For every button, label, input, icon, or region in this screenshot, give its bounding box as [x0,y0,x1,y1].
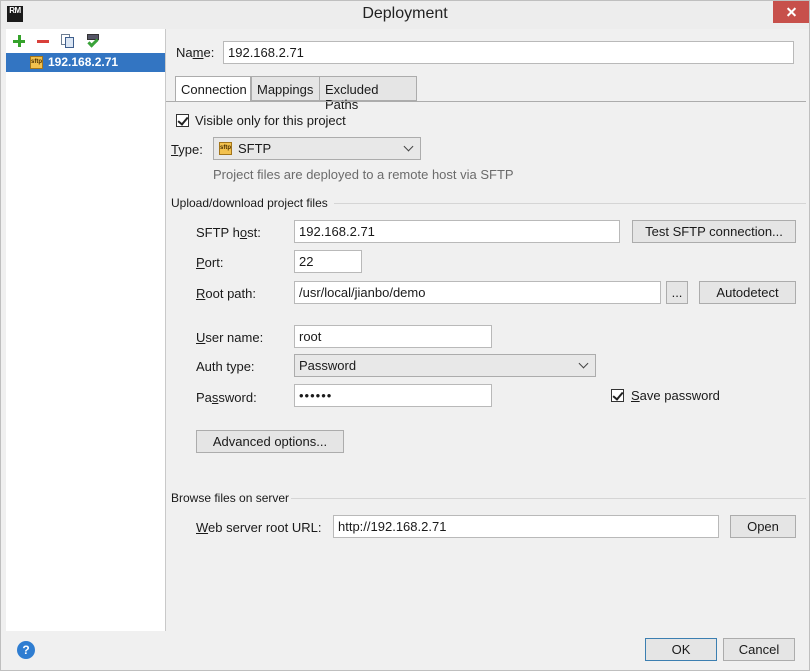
use-as-default-icon[interactable] [85,33,101,49]
browse-section-separator [291,498,806,499]
sftp-host-label: SFTP host: [196,225,261,240]
root-path-field[interactable]: /usr/local/jianbo/demo [294,281,661,304]
type-label: Type: [171,142,203,157]
type-select[interactable]: sftp SFTP [213,137,421,160]
plus-icon[interactable] [11,33,27,49]
sftp-host-field[interactable]: 192.168.2.71 [294,220,620,243]
tab-connection[interactable]: Connection [175,76,251,102]
tab-underline [166,101,806,102]
minus-icon[interactable] [35,33,51,49]
password-field[interactable]: •••••• [294,384,492,407]
user-name-field[interactable]: root [294,325,492,348]
title-bar: RM Deployment [1,1,809,29]
type-value: SFTP [238,141,272,156]
port-label: Port: [196,255,224,270]
deployment-dialog: RM Deployment sftp 192.168.2.71 Name: 19… [0,0,810,671]
server-toolbar [6,29,166,53]
password-label: Password: [196,390,257,405]
port-field[interactable]: 22 [294,250,362,273]
chevron-down-icon [578,358,589,369]
type-hint: Project files are deployed to a remote h… [213,167,514,182]
window-title: Deployment [362,5,448,22]
test-sftp-connection-button[interactable]: Test SFTP connection... [632,220,796,243]
cancel-button[interactable]: Cancel [723,638,795,661]
user-name-label: User name: [196,330,264,345]
upload-section-title: Upload/download project files [171,196,328,210]
sftp-icon: sftp [30,56,43,69]
tab-excluded-paths[interactable]: Excluded Paths [319,76,417,112]
visible-only-checkbox[interactable] [176,114,189,127]
visible-only-label: Visible only for this project [195,113,346,128]
close-button[interactable] [773,1,809,23]
auth-type-label: Auth type: [196,359,255,374]
auth-type-select[interactable]: Password [294,354,596,377]
server-list-item[interactable]: sftp 192.168.2.71 [6,53,165,72]
advanced-options-button[interactable]: Advanced options... [196,430,344,453]
browse-section-title: Browse files on server [171,491,290,505]
name-label: Name: [176,45,215,60]
save-password-label: Save password [631,388,720,403]
auth-type-value: Password [299,358,357,373]
ok-button[interactable]: OK [645,638,717,661]
tab-mappings[interactable]: Mappings [251,76,320,101]
web-root-url-field[interactable]: http://192.168.2.71 [333,515,719,538]
root-path-label: Root path: [196,286,256,301]
sftp-icon: sftp [219,142,232,155]
open-button[interactable]: Open [730,515,796,538]
help-icon[interactable]: ? [17,641,35,659]
server-list-panel: sftp 192.168.2.71 [6,29,166,631]
server-name: 192.168.2.71 [48,55,119,69]
chevron-down-icon [403,141,414,152]
browse-root-path-button[interactable]: ... [666,281,688,304]
name-field[interactable]: 192.168.2.71 [223,41,794,64]
web-root-url-label: Web server root URL: [196,520,322,535]
copy-icon[interactable] [60,33,76,49]
upload-section-separator [334,203,806,204]
autodetect-button[interactable]: Autodetect [699,281,796,304]
save-password-checkbox[interactable] [611,389,624,402]
